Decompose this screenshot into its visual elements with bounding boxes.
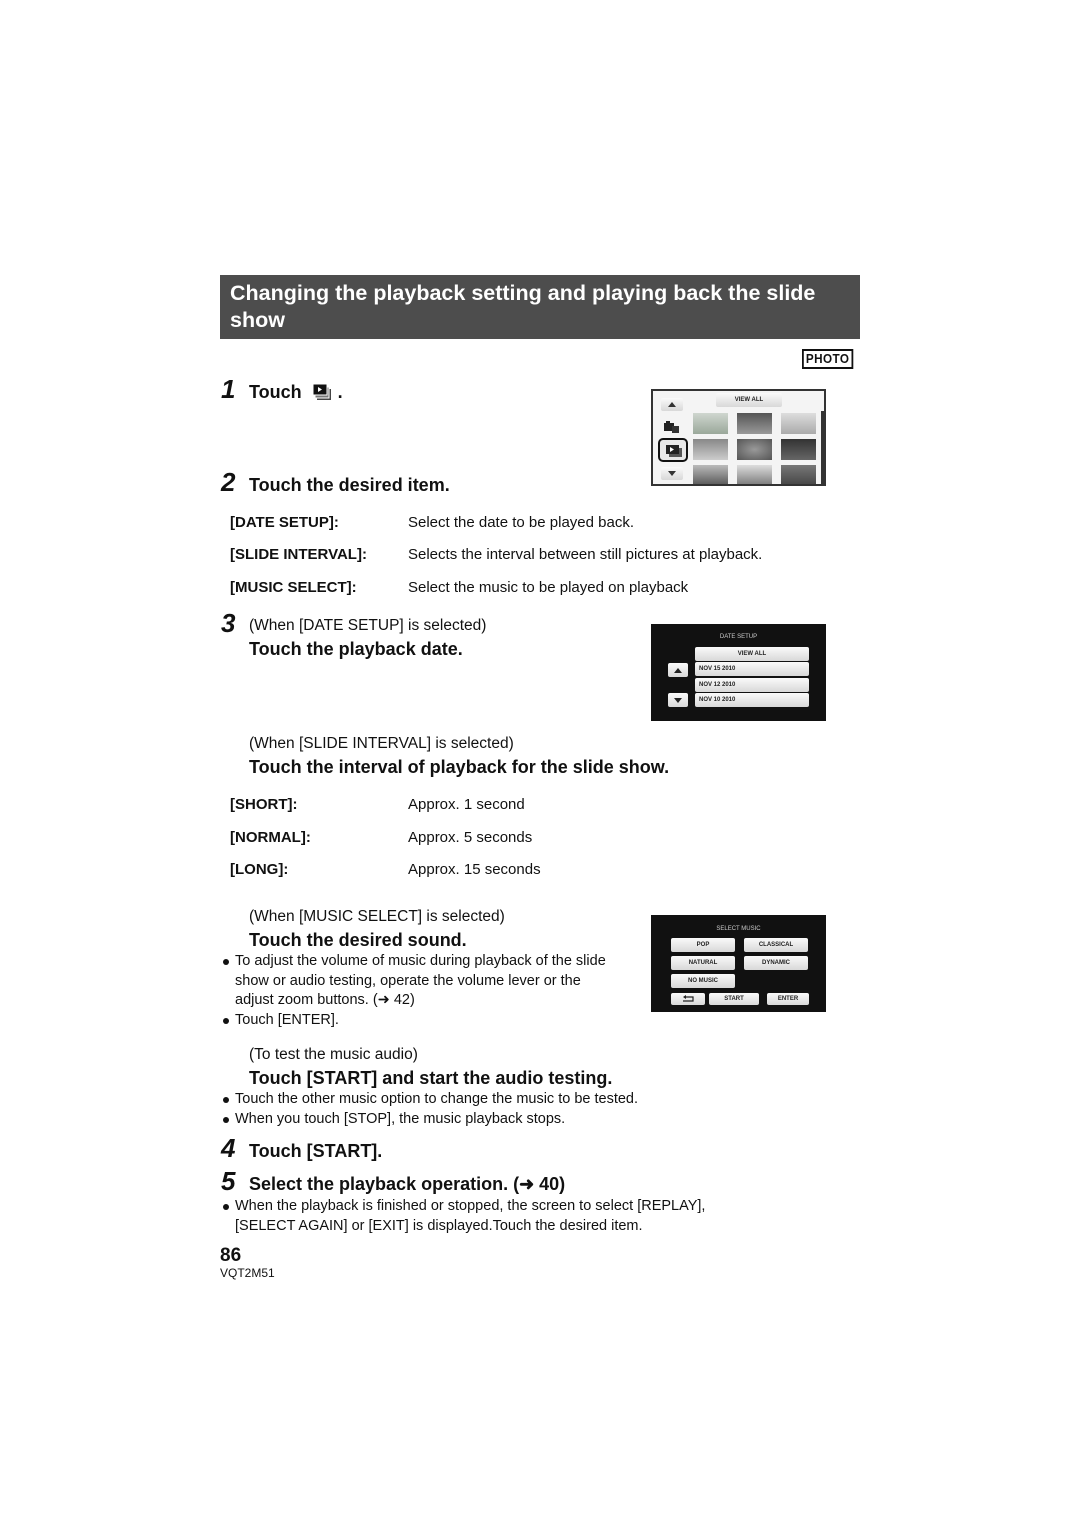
music-option-classical[interactable]: CLASSICAL (744, 938, 808, 952)
back-button[interactable] (671, 993, 705, 1005)
music-select-heading: Touch the desired sound. (249, 930, 467, 950)
interval-desc: Approx. 15 seconds (408, 861, 541, 878)
select-music-title: SELECT MUSIC (716, 926, 761, 932)
thumbnail[interactable] (737, 465, 772, 484)
slide-interval-condition: (When [SLIDE INTERVAL] is selected) (249, 735, 514, 752)
thumbnail[interactable] (781, 439, 816, 460)
item-term: [SLIDE INTERVAL]: (230, 546, 367, 563)
thumbnail[interactable] (693, 413, 728, 434)
scroll-up-button[interactable] (668, 663, 688, 677)
scroll-down-button[interactable] (668, 693, 688, 707)
select-music-screen: SELECT MUSIC POP CLASSICAL NATURAL DYNAM… (651, 915, 826, 1012)
section-title: Changing the playback setting and playin… (220, 275, 860, 339)
music-select-condition: (When [MUSIC SELECT] is selected) (249, 908, 505, 925)
item-desc: Select the date to be played back. (408, 514, 634, 531)
thumbnail[interactable] (781, 465, 816, 484)
item-term: [MUSIC SELECT]: (230, 579, 357, 596)
interval-term: [NORMAL]: (230, 829, 311, 846)
music-option-no-music[interactable]: NO MUSIC (671, 974, 735, 988)
slideshow-icon (312, 383, 332, 401)
slide-interval-heading: Touch the interval of playback for the s… (249, 757, 670, 777)
step-1-number: 1 (221, 374, 236, 404)
step-3-number: 3 (221, 608, 236, 638)
step-5-number: 5 (221, 1166, 236, 1196)
step-1-text: Touch (249, 382, 302, 402)
date-setup-condition: (When [DATE SETUP] is selected) (249, 617, 487, 634)
scroll-up-button[interactable] (661, 398, 683, 411)
date-option[interactable]: NOV 12 2010 (695, 678, 809, 692)
bullet-note: When the playback is finished or stopped… (220, 1197, 760, 1236)
step-4-number: 4 (221, 1133, 236, 1163)
thumbnail[interactable] (737, 439, 772, 460)
return-icon (683, 995, 694, 1002)
bullet-note: When you touch [STOP], the music playbac… (220, 1110, 780, 1130)
photo-mode-badge: PHOTO (802, 349, 854, 369)
date-setup-screen: DATE SETUP VIEW ALL NOV 15 2010 NOV 12 2… (651, 624, 826, 721)
date-setup-heading: Touch the playback date. (249, 639, 463, 659)
slideshow-button[interactable] (658, 438, 688, 462)
item-desc: Select the music to be played on playbac… (408, 579, 689, 596)
music-option-pop[interactable]: POP (671, 938, 735, 952)
step-4-heading: Touch [START]. (249, 1141, 383, 1161)
thumbnail-screen: VIEW ALL (651, 389, 826, 486)
interval-desc: Approx. 5 seconds (408, 829, 533, 846)
bullet-note: To adjust the volume of music during pla… (220, 952, 610, 1011)
slideshow-icon (666, 445, 682, 457)
music-option-dynamic[interactable]: DYNAMIC (744, 956, 808, 970)
thumbnail[interactable] (693, 465, 728, 484)
step-1-heading: Touch . (249, 381, 343, 403)
thumbnail[interactable] (781, 413, 816, 434)
step-2-heading: Touch the desired item. (249, 475, 450, 495)
up-arrow-icon (668, 402, 676, 407)
enter-button[interactable]: ENTER (767, 993, 809, 1005)
scrollbar[interactable] (821, 411, 824, 484)
step-5-heading: Select the playback operation. (➜ 40) (249, 1174, 566, 1194)
up-arrow-icon (674, 668, 682, 673)
date-option[interactable]: NOV 10 2010 (695, 693, 809, 707)
interval-desc: Approx. 1 second (408, 796, 525, 813)
view-all-button[interactable]: VIEW ALL (716, 393, 782, 407)
date-option[interactable]: NOV 15 2010 (695, 662, 809, 676)
date-option-view-all[interactable]: VIEW ALL (695, 647, 809, 661)
step-1-suffix: . (337, 382, 343, 402)
down-arrow-icon (674, 698, 682, 703)
page-number: 86 (220, 1245, 242, 1266)
document-code: VQT2M51 (220, 1266, 275, 1280)
thumbnail[interactable] (737, 413, 772, 434)
interval-term: [SHORT]: (230, 796, 298, 813)
date-setup-title: DATE SETUP (719, 634, 758, 640)
thumbnail[interactable] (693, 439, 728, 460)
step-2-number: 2 (221, 467, 236, 497)
interval-term: [LONG]: (230, 861, 289, 878)
test-audio-heading: Touch [START] and start the audio testin… (249, 1068, 613, 1088)
camera-mode-icon[interactable] (663, 418, 681, 434)
test-audio-condition: (To test the music audio) (249, 1046, 418, 1063)
scroll-down-button[interactable] (661, 467, 683, 480)
music-option-natural[interactable]: NATURAL (671, 956, 735, 970)
down-arrow-icon (668, 471, 676, 476)
start-button[interactable]: START (709, 993, 759, 1005)
item-desc: Selects the interval between still pictu… (408, 546, 763, 563)
bullet-note: Touch the other music option to change t… (220, 1090, 780, 1110)
item-term: [DATE SETUP]: (230, 514, 339, 531)
bullet-note: Touch [ENTER]. (220, 1011, 610, 1031)
